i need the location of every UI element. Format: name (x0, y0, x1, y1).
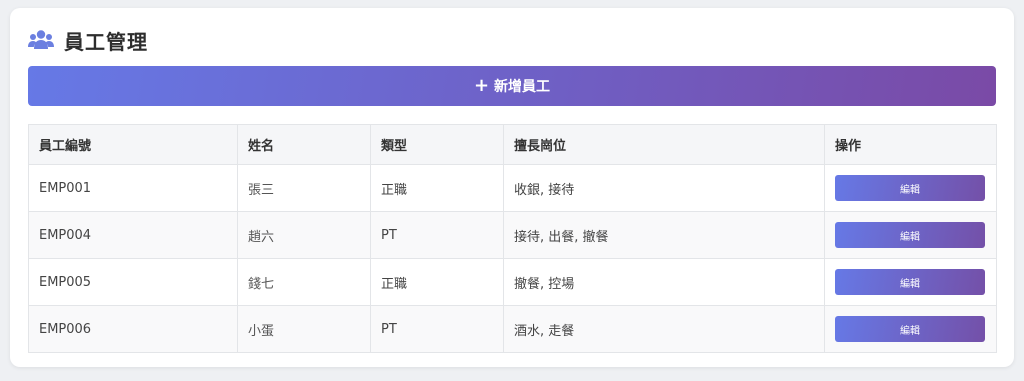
table-row: EMP004 趙六 PT 接待, 出餐, 撤餐 編輯 (28, 211, 997, 259)
add-employee-label: 新增員工 (494, 79, 551, 95)
edit-button[interactable]: 編輯 (835, 269, 985, 295)
users-icon (28, 29, 54, 51)
actions-cell: 編輯 (824, 164, 997, 212)
column-header-skills: 擅長崗位 (503, 124, 825, 165)
employee-name-cell: 小蛋 (237, 305, 371, 353)
employee-name-cell: 錢七 (237, 258, 371, 306)
employee-id-cell: EMP006 (28, 305, 238, 353)
table-row: EMP006 小蛋 PT 酒水, 走餐 編輯 (28, 305, 997, 353)
column-header-id: 員工編號 (28, 124, 238, 165)
edit-button[interactable]: 編輯 (835, 316, 985, 342)
column-header-name: 姓名 (237, 124, 371, 165)
column-header-type: 類型 (370, 124, 504, 165)
page-header: 員工管理 (28, 26, 148, 54)
employee-name-cell: 張三 (237, 164, 371, 212)
actions-cell: 編輯 (824, 211, 997, 259)
employee-type-cell: PT (370, 305, 504, 353)
table-row: EMP005 錢七 正職 撤餐, 控場 編輯 (28, 258, 997, 306)
employee-management-card: 員工管理 + 新增員工 員工編號 姓名 類型 擅長崗位 操作 EMP001 張三… (10, 8, 1014, 367)
employee-skills-cell: 收銀, 接待 (503, 164, 825, 212)
employee-table-container: 員工編號 姓名 類型 擅長崗位 操作 EMP001 張三 正職 收銀, 接待 編… (28, 124, 997, 353)
table-row: EMP001 張三 正職 收銀, 接待 編輯 (28, 164, 997, 212)
employee-type-cell: 正職 (370, 258, 504, 306)
employee-skills-cell: 撤餐, 控場 (503, 258, 825, 306)
employee-id-cell: EMP001 (28, 164, 238, 212)
actions-cell: 編輯 (824, 305, 997, 353)
employee-table: 員工編號 姓名 類型 擅長崗位 操作 EMP001 張三 正職 收銀, 接待 編… (28, 124, 997, 353)
employee-type-cell: 正職 (370, 164, 504, 212)
column-header-actions: 操作 (824, 124, 997, 165)
page-title: 員工管理 (64, 29, 148, 54)
plus-icon: + (473, 75, 490, 96)
actions-cell: 編輯 (824, 258, 997, 306)
employee-id-cell: EMP005 (28, 258, 238, 306)
employee-id-cell: EMP004 (28, 211, 238, 259)
employee-name-cell: 趙六 (237, 211, 371, 259)
edit-button[interactable]: 編輯 (835, 175, 985, 201)
employee-skills-cell: 接待, 出餐, 撤餐 (503, 211, 825, 259)
edit-button[interactable]: 編輯 (835, 222, 985, 248)
add-employee-button[interactable]: + 新增員工 (28, 66, 996, 106)
employee-type-cell: PT (370, 211, 504, 259)
employee-skills-cell: 酒水, 走餐 (503, 305, 825, 353)
table-header-row: 員工編號 姓名 類型 擅長崗位 操作 (28, 124, 997, 165)
